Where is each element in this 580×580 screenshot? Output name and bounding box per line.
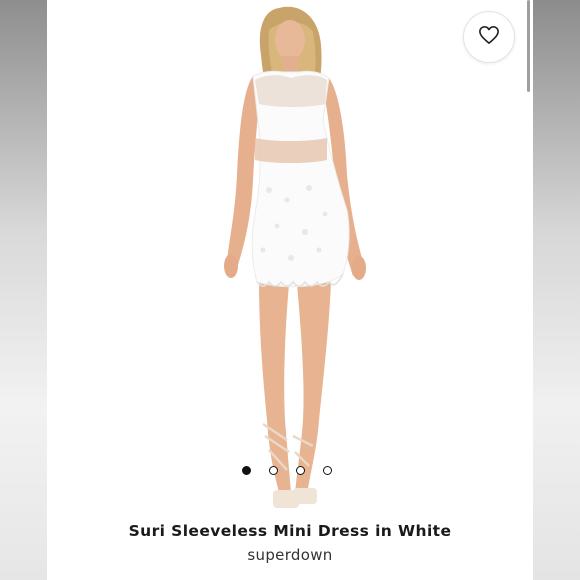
product-image[interactable]	[47, 0, 533, 520]
heart-outline-icon	[478, 25, 500, 49]
device-frame-left	[0, 0, 47, 580]
product-title: Suri Sleeveless Mini Dress in White	[128, 522, 452, 540]
image-pagination	[242, 465, 332, 475]
product-brand[interactable]: superdown	[47, 546, 533, 564]
pagination-dot-4[interactable]	[323, 465, 332, 475]
device-frame-right	[533, 0, 580, 580]
wishlist-button[interactable]	[463, 11, 515, 63]
scrollbar[interactable]	[527, 0, 530, 92]
product-screen: Suri Sleeveless Mini Dress in White supe…	[47, 0, 533, 580]
pagination-dot-2[interactable]	[269, 465, 278, 475]
pagination-dot-3[interactable]	[296, 465, 305, 475]
pagination-dot-1[interactable]	[242, 465, 251, 475]
